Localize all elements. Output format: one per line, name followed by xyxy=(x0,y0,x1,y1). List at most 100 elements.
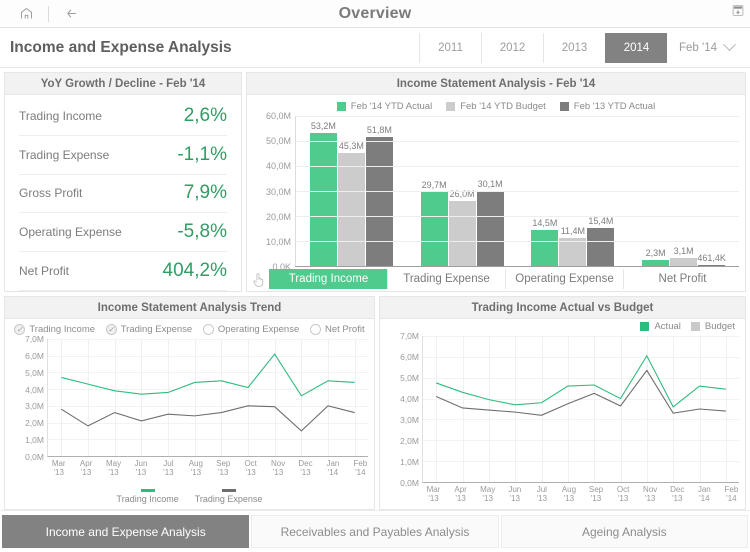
bar-value-label: 461,4K xyxy=(697,252,726,263)
legend-item-trading-income: Trading Income xyxy=(117,488,179,504)
legend-label: Trading Expense xyxy=(194,493,263,504)
bar-value-label: 2,3M xyxy=(645,248,666,259)
x-axis-tick: May '13 xyxy=(105,459,122,478)
kpi-value: -5,8% xyxy=(177,221,227,243)
year-tab-2013[interactable]: 2013 xyxy=(543,32,605,63)
avb-y-axis: 0,0M 1,0M 2,0M 3,0M 4,0M 5,0M 6,0M 7,0M xyxy=(382,331,422,488)
y-axis-tick: 30,0M xyxy=(265,186,291,197)
y-axis-tick: 1,0M xyxy=(400,457,419,467)
x-axis-tick: Jul '13 xyxy=(536,485,548,504)
bar[interactable]: 53,2M xyxy=(309,121,337,266)
top-row: YoY Growth / Decline - Feb '14 Trading I… xyxy=(4,72,746,292)
bar[interactable]: 45,3M xyxy=(337,141,365,266)
year-tab-2011[interactable]: 2011 xyxy=(419,32,481,63)
back-arrow-icon[interactable] xyxy=(55,3,87,25)
filter-net-profit[interactable]: Net Profit xyxy=(309,324,365,335)
bar[interactable]: 29,7M xyxy=(420,180,448,266)
x-axis-tick: Oct '13 xyxy=(616,485,630,504)
x-axis-tick: Dec '13 xyxy=(670,485,685,504)
y-axis-tick: 20,0M xyxy=(265,211,291,222)
bar[interactable]: 3,1M xyxy=(670,246,698,266)
gridline xyxy=(296,241,739,242)
category-tab-net-profit[interactable]: Net Profit xyxy=(623,269,741,289)
line-series[interactable] xyxy=(61,354,354,396)
x-axis-tick: Mar '13 xyxy=(51,459,66,478)
kpi-row-operating-expense: Operating Expense -5,8% xyxy=(19,213,227,253)
main-content: YoY Growth / Decline - Feb '14 Trading I… xyxy=(0,68,750,510)
legend-label: Budget xyxy=(704,321,735,332)
legend-item-budget-14: Feb '14 YTD Budget xyxy=(446,101,546,112)
gridline xyxy=(296,141,739,142)
filter-label: Net Profit xyxy=(324,324,365,335)
income-statement-title: Income Statement Analysis - Feb '14 xyxy=(247,73,745,95)
legend-swatch xyxy=(559,101,569,111)
trend-card-title: Income Statement Analysis Trend xyxy=(5,297,374,319)
tab-ageing-analysis[interactable]: Ageing Analysis xyxy=(500,515,748,548)
bar[interactable]: 30,1M xyxy=(476,179,504,266)
gridline xyxy=(296,116,739,117)
avb-legend: Actual Budget xyxy=(380,319,745,334)
bar[interactable]: 26,0M xyxy=(448,189,476,266)
x-axis-tick: Apr '13 xyxy=(454,485,467,504)
nav-icon-group xyxy=(0,3,87,25)
trend-y-axis: 0,0M 1,0M 2,0M 3,0M 4,0M 5,0M 6,0M 7,0M xyxy=(7,334,47,462)
month-selector[interactable]: Feb '14 xyxy=(667,38,742,54)
filter-trading-expense[interactable]: ✓ Trading Expense xyxy=(105,324,193,335)
category-tab-operating-expense[interactable]: Operating Expense xyxy=(505,269,623,289)
trend-filter-group: ✓ Trading Income ✓ Trading Expense Opera… xyxy=(5,319,374,337)
y-axis-tick: 2,0M xyxy=(400,436,419,446)
line-series[interactable] xyxy=(61,406,354,431)
filter-operating-expense[interactable]: Operating Expense xyxy=(202,324,299,335)
kpi-value: 7,9% xyxy=(183,182,227,204)
kpi-label: Trading Expense xyxy=(19,147,110,162)
year-tab-2012[interactable]: 2012 xyxy=(481,32,543,63)
home-icon[interactable] xyxy=(10,3,42,25)
y-axis-tick: 1,0M xyxy=(25,435,44,446)
actual-vs-budget-card: Trading Income Actual vs Budget Actual B… xyxy=(379,296,746,510)
x-axis-tick: Jun '13 xyxy=(134,459,148,478)
bar[interactable]: 14,5M xyxy=(531,218,559,266)
kpi-label: Operating Expense xyxy=(19,225,122,240)
x-axis-tick: Feb '14 xyxy=(353,459,368,478)
kpi-value: 404,2% xyxy=(162,260,227,282)
dashboard-app: Overview Income and Expense Analysis 201… xyxy=(0,0,750,552)
nav-divider xyxy=(48,5,49,22)
y-axis-tick: 0,0M xyxy=(25,452,44,462)
bottom-row: Income Statement Analysis Trend ✓ Tradin… xyxy=(4,296,746,510)
y-axis-tick: 7,0M xyxy=(400,331,419,341)
year-tab-2014[interactable]: 2014 xyxy=(605,32,667,63)
bar-value-label: 15,4M xyxy=(588,215,614,226)
yoy-list: Trading Income 2,6% Trading Expense -1,1… xyxy=(5,95,241,291)
export-icon[interactable] xyxy=(730,3,746,19)
bar[interactable]: 51,8M xyxy=(365,125,393,266)
x-axis-tick: Jun '13 xyxy=(508,485,522,504)
line-series[interactable] xyxy=(436,356,726,407)
checkbox-checked-icon: ✓ xyxy=(105,324,117,335)
trend-card: Income Statement Analysis Trend ✓ Tradin… xyxy=(4,296,375,510)
kpi-row-gross-profit: Gross Profit 7,9% xyxy=(19,175,227,214)
line-series[interactable] xyxy=(436,370,726,415)
y-axis-tick: 5,0M xyxy=(25,367,44,378)
kpi-label: Trading Income xyxy=(19,108,102,123)
legend-swatch xyxy=(446,101,456,111)
category-tab-trading-income[interactable]: Trading Income xyxy=(269,269,387,289)
y-axis-tick: 60,0M xyxy=(265,111,291,121)
legend-swatch xyxy=(336,101,346,111)
legend-item-trading-expense: Trading Expense xyxy=(194,488,263,504)
bar[interactable]: 15,4M xyxy=(587,216,615,266)
line-series-group xyxy=(48,339,368,456)
legend-item-actual-14: Feb '14 YTD Actual xyxy=(336,101,432,112)
tab-income-and-expense-analysis[interactable]: Income and Expense Analysis xyxy=(2,515,250,548)
legend-item-actual: Actual xyxy=(640,321,681,332)
y-axis-tick: 3,0M xyxy=(400,415,419,425)
page-title: Income and Expense Analysis xyxy=(10,38,232,56)
bar-value-label: 45,3M xyxy=(338,140,364,151)
bar[interactable]: 2,3M xyxy=(642,248,670,266)
category-tab-trading-expense[interactable]: Trading Expense xyxy=(387,269,505,289)
income-statement-card: Income Statement Analysis - Feb '14 Feb … xyxy=(246,72,746,292)
kpi-label: Net Profit xyxy=(19,264,70,279)
tab-receivables-and-payables-analysis[interactable]: Receivables and Payables Analysis xyxy=(251,515,499,548)
checkbox-unchecked-icon xyxy=(202,324,214,335)
bar[interactable]: 461,4K xyxy=(697,253,726,266)
filter-label: Trading Expense xyxy=(120,324,193,335)
